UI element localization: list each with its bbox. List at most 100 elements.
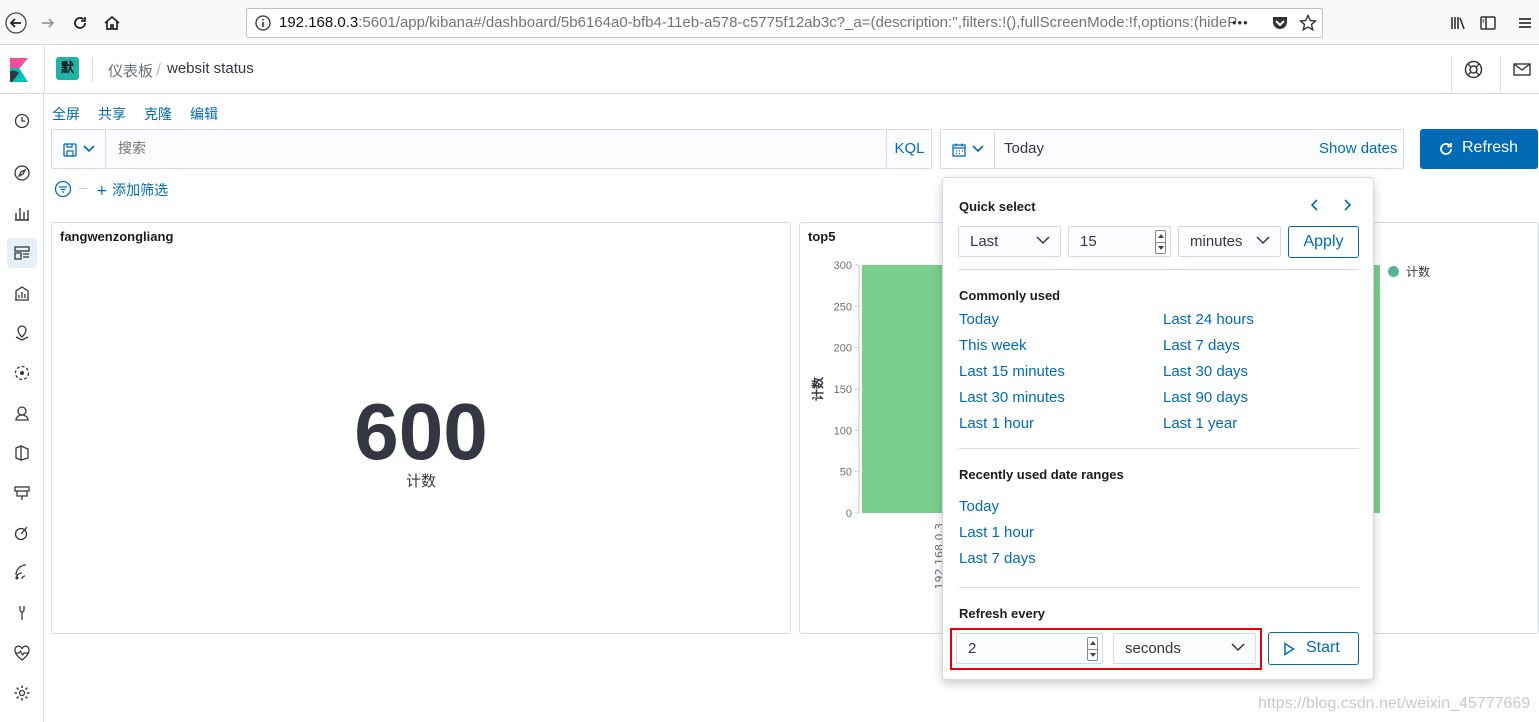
forward-button[interactable]	[35, 10, 61, 36]
refresh-icon	[1440, 143, 1452, 155]
commonly-used-last-24-hours[interactable]: Last 24 hours	[1163, 311, 1254, 328]
breadcrumb-dashboards[interactable]: 仪表板	[108, 60, 153, 81]
tense-select[interactable]: Last	[958, 226, 1061, 257]
home-icon	[104, 15, 120, 30]
browser-toolbar: 192.168.0.3:5601/app/kibana#/dashboard/5…	[0, 0, 1539, 45]
start-button[interactable]: Start	[1268, 632, 1359, 665]
nav-maps-icon[interactable]	[7, 318, 37, 348]
nav-logs-icon[interactable]	[7, 438, 37, 468]
refresh-button[interactable]: Refresh	[1420, 129, 1538, 169]
commonly-used-last-7-days[interactable]: Last 7 days	[1163, 337, 1240, 354]
menu-clone[interactable]: 克隆	[144, 104, 172, 124]
search-input[interactable]	[108, 131, 878, 167]
url-bar[interactable]: 192.168.0.3:5601/app/kibana#/dashboard/5…	[246, 8, 1323, 38]
nav-monitoring-icon[interactable]	[7, 638, 37, 668]
sidebar-icon	[1480, 16, 1496, 30]
refresh-unit-select[interactable]: seconds	[1113, 633, 1256, 664]
commonly-used-title: Commonly used	[959, 288, 1061, 303]
commonly-used-last-30-days[interactable]: Last 30 days	[1163, 363, 1248, 380]
kibana-logo-icon[interactable]	[8, 58, 30, 82]
next-period-icon[interactable]	[1341, 198, 1353, 212]
number-stepper-icon[interactable]	[1087, 637, 1098, 661]
site-info-icon[interactable]	[255, 15, 271, 31]
chevron-down-icon	[1231, 643, 1245, 652]
nav-visualize-icon[interactable]	[7, 198, 37, 228]
nav-canvas-icon[interactable]	[7, 278, 37, 308]
help-icon[interactable]	[1464, 60, 1483, 79]
previous-period-icon[interactable]	[1309, 198, 1321, 212]
divider	[959, 269, 1359, 270]
commonly-used-this-week[interactable]: This week	[959, 337, 1027, 354]
nav-siem-icon[interactable]	[7, 398, 37, 428]
nav-devtools-icon[interactable]	[7, 598, 37, 628]
quick-amount-value: 15	[1080, 233, 1097, 250]
space-avatar[interactable]: 默	[56, 57, 79, 80]
panel-title: fangwenzongliang	[60, 229, 174, 244]
commonly-used-last-90-days[interactable]: Last 90 days	[1163, 389, 1248, 406]
date-range-value[interactable]: Today	[1004, 140, 1044, 157]
page-actions-menu[interactable]: •••	[1232, 9, 1249, 37]
kql-toggle-button[interactable]: KQL	[886, 130, 932, 168]
header-divider	[1451, 56, 1452, 92]
calendar-icon	[952, 143, 966, 157]
menu-edit[interactable]: 编辑	[190, 104, 218, 124]
commonly-used-last-1-hour[interactable]: Last 1 hour	[959, 415, 1034, 432]
quick-select-button[interactable]	[941, 130, 995, 168]
forward-arrow-icon	[42, 18, 55, 28]
menu-button[interactable]	[1512, 10, 1538, 36]
chevron-down-icon	[1256, 236, 1270, 245]
menu-fullscreen[interactable]: 全屏	[52, 104, 80, 124]
recent-last-1-hour[interactable]: Last 1 hour	[959, 524, 1034, 541]
refresh-unit-value: seconds	[1125, 640, 1181, 657]
add-filter-link[interactable]: + 添加筛选	[96, 180, 168, 200]
bookmark-star-icon[interactable]	[1299, 14, 1317, 32]
metric-label: 计数	[405, 472, 436, 490]
tense-value: Last	[970, 233, 999, 250]
y-tick-label: 100	[834, 425, 852, 437]
nav-dashboard-icon[interactable]	[7, 238, 37, 268]
nav-infrastructure-icon[interactable]	[7, 478, 37, 508]
save-disk-icon	[63, 143, 77, 157]
time-picker-popover: Quick select Last 15 minutes Apply Commo…	[942, 177, 1374, 680]
apply-button[interactable]: Apply	[1288, 226, 1359, 258]
commonly-used-last-30-minutes[interactable]: Last 30 minutes	[959, 389, 1065, 406]
sidebar-toggle-button[interactable]	[1475, 10, 1501, 36]
y-tick-label: 50	[840, 467, 852, 479]
nav-uptime-icon[interactable]	[7, 558, 37, 588]
refresh-interval-input[interactable]: 2	[956, 633, 1103, 664]
mail-icon[interactable]	[1513, 63, 1531, 76]
nav-management-gear-icon[interactable]	[7, 678, 37, 708]
side-nav	[0, 94, 44, 722]
commonly-used-last-1-year[interactable]: Last 1 year	[1163, 415, 1237, 432]
nav-discover-icon[interactable]	[7, 158, 37, 188]
unit-select[interactable]: minutes	[1178, 226, 1281, 257]
nav-ml-icon[interactable]	[7, 358, 37, 388]
legend-item[interactable]: 计数	[1388, 263, 1430, 280]
recent-last-7-days[interactable]: Last 7 days	[959, 550, 1036, 567]
refresh-interval-value: 2	[968, 640, 977, 657]
commonly-used-last-15-minutes[interactable]: Last 15 minutes	[959, 363, 1065, 380]
menu-share[interactable]: 共享	[98, 104, 126, 124]
query-bar: KQL	[51, 129, 932, 169]
reload-button[interactable]	[67, 10, 93, 36]
number-stepper-icon[interactable]	[1155, 230, 1166, 254]
url-text: 192.168.0.3:5601/app/kibana#/dashboard/5…	[279, 14, 1238, 31]
show-dates-link[interactable]: Show dates	[1319, 140, 1397, 157]
recent-today[interactable]: Today	[959, 498, 999, 515]
nav-recent-icon[interactable]	[7, 106, 37, 136]
chevron-down-icon	[1036, 236, 1050, 245]
quick-amount-input[interactable]: 15	[1068, 226, 1171, 257]
nav-apm-icon[interactable]	[7, 518, 37, 548]
library-button[interactable]	[1445, 10, 1471, 36]
back-arrow-icon	[5, 12, 27, 34]
filter-options-icon[interactable]	[54, 180, 72, 198]
watermark: https://blog.csdn.net/weixin_45777669	[1258, 695, 1531, 712]
filter-divider	[79, 188, 87, 189]
pocket-icon[interactable]	[1271, 15, 1289, 31]
back-button[interactable]	[3, 10, 29, 36]
y-tick-label: 200	[834, 343, 852, 355]
saved-query-button[interactable]	[52, 130, 106, 168]
y-tick-label: 0	[846, 508, 852, 520]
commonly-used-today[interactable]: Today	[959, 311, 999, 328]
home-button[interactable]	[99, 10, 125, 36]
